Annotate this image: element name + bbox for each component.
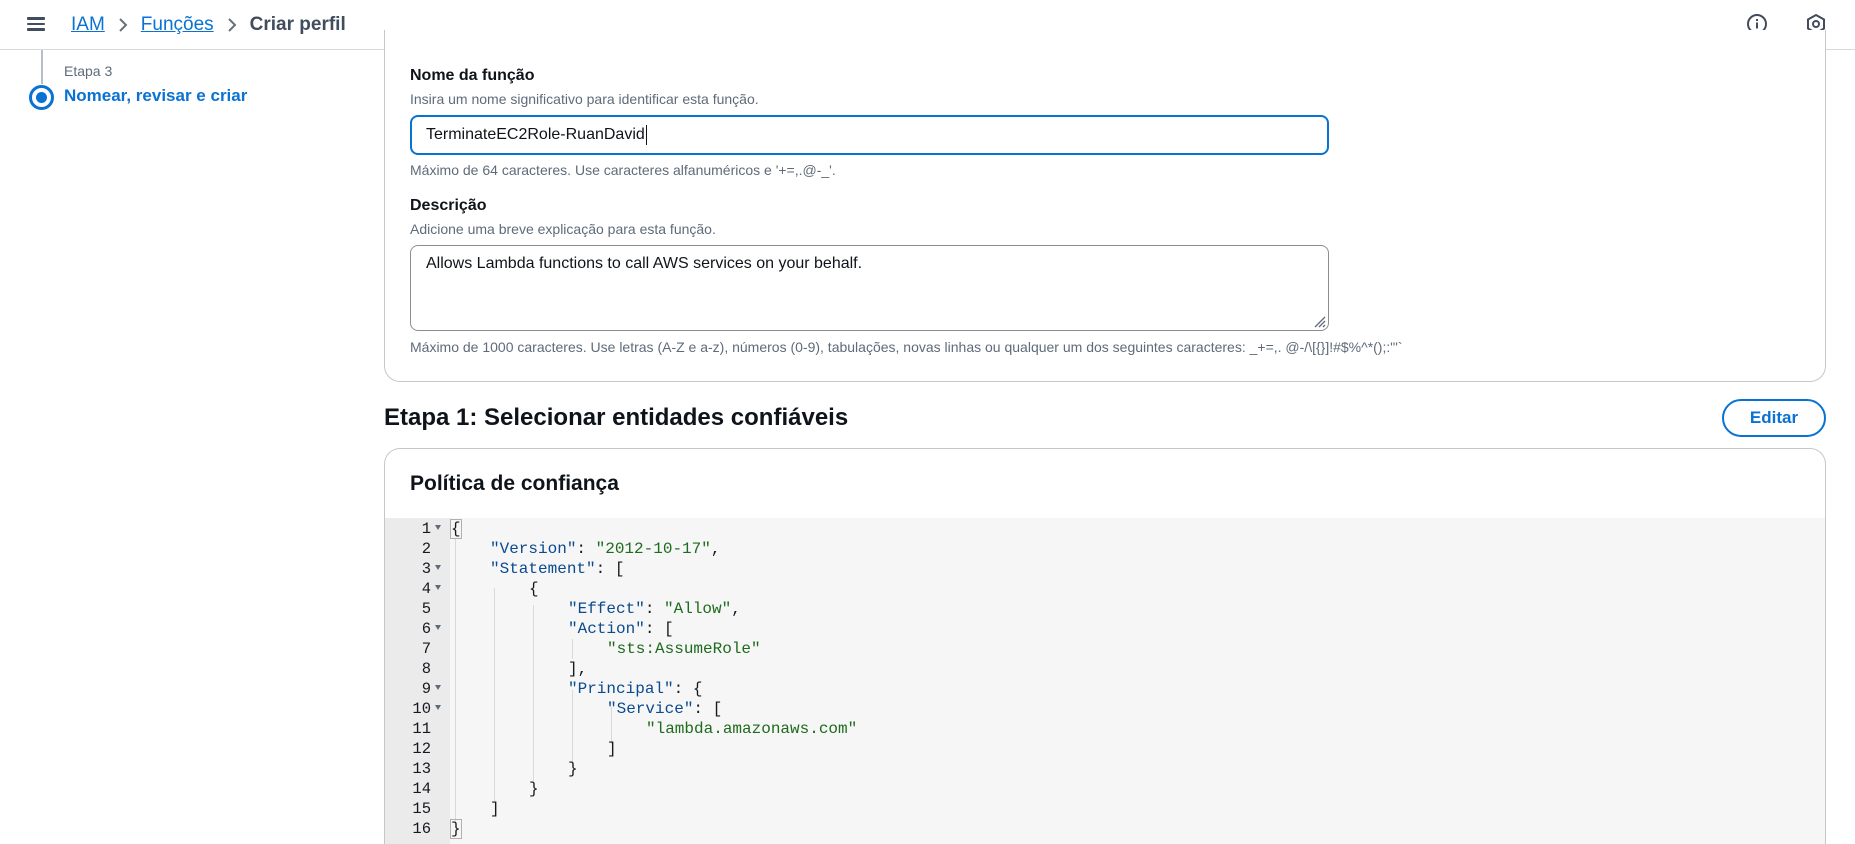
line-number: 2 [421, 540, 431, 558]
code-token: "Action" [568, 620, 645, 638]
code-token: : [644, 600, 665, 618]
description-label: Descrição [410, 197, 487, 214]
step-label: Etapa 3 [64, 63, 113, 79]
breadcrumb: IAM Funções Criar perfil [71, 12, 346, 38]
code-token: "Statement" [490, 560, 596, 578]
code-token: "sts:AssumeRole" [607, 640, 761, 658]
code-line: 5 "Effect": "Allow", [385, 599, 1825, 619]
code-line: 15 ] [385, 799, 1825, 819]
code-line: 1 { [385, 519, 1825, 539]
code-line: 12 ] [385, 739, 1825, 759]
code-line: 13 } [385, 759, 1825, 779]
line-number: 13 [412, 760, 431, 778]
line-number: 12 [412, 740, 431, 758]
fold-arrow-icon[interactable] [435, 685, 441, 690]
code-token: , [731, 600, 741, 618]
code-token: "lambda.amazonaws.com" [646, 720, 858, 738]
chevron-right-icon [118, 17, 128, 33]
code-line: 14 } [385, 779, 1825, 799]
code-line: 16 } [385, 819, 1825, 839]
line-number: 6 [421, 620, 431, 638]
code-line: 6 "Action": [ [385, 619, 1825, 639]
code-token: "Principal" [568, 680, 674, 698]
code-token: } [529, 780, 539, 798]
line-number: 9 [421, 680, 431, 698]
line-number: 1 [421, 520, 431, 538]
line-number: 15 [412, 800, 431, 818]
line-number: 16 [412, 820, 431, 838]
line-number: 10 [412, 700, 431, 718]
code-token: { [450, 519, 462, 539]
code-token: } [568, 760, 578, 778]
code-line: 9 "Principal": { [385, 679, 1825, 699]
fold-arrow-icon[interactable] [435, 585, 441, 590]
code-token: : [576, 540, 596, 558]
menu-icon[interactable] [26, 14, 46, 34]
current-step-indicator-icon [29, 85, 54, 110]
section-title: Etapa 1: Selecionar entidades confiáveis [384, 404, 849, 431]
trust-policy-title: Política de confiança [410, 472, 619, 495]
line-number: 11 [412, 720, 431, 738]
code-token: ], [568, 660, 588, 678]
step-connector-line [41, 50, 43, 84]
code-token: ] [607, 740, 617, 758]
line-number: 4 [421, 580, 431, 598]
edit-button[interactable]: Editar [1722, 399, 1826, 437]
fold-arrow-icon[interactable] [435, 525, 441, 530]
code-token: , [710, 540, 721, 558]
fold-arrow-icon[interactable] [435, 565, 441, 570]
trust-policy-container: Política de confiança 1 { 2 "Version": "… [384, 448, 1826, 844]
code-token: "Allow" [664, 600, 732, 618]
code-line: 10 "Service": [ [385, 699, 1825, 719]
code-line: 2 "Version": "2012-10-17", [385, 539, 1825, 559]
description-help-text: Adicione uma breve explicação para esta … [410, 221, 716, 237]
code-token: ] [490, 800, 500, 818]
code-token: } [450, 819, 462, 839]
description-textarea[interactable]: Allows Lambda functions to call AWS serv… [410, 245, 1329, 331]
code-token: { [529, 580, 539, 598]
code-editor[interactable]: 1 { 2 "Version": "2012-10-17", 3 "Statem… [385, 518, 1825, 844]
breadcrumb-iam-link[interactable]: IAM [71, 14, 105, 36]
code-token: : [ [644, 620, 674, 638]
line-number: 8 [421, 660, 431, 678]
role-name-constraint: Máximo de 64 caracteres. Use caracteres … [410, 162, 836, 178]
role-name-input[interactable]: TerminateEC2Role-RuanDavid [410, 115, 1329, 155]
code-line: 4 { [385, 579, 1825, 599]
line-number: 7 [421, 640, 431, 658]
code-token: "Effect" [568, 600, 645, 618]
code-token: "Version" [490, 540, 577, 558]
line-number: 14 [412, 780, 431, 798]
code-token: "Service" [607, 700, 694, 718]
line-number: 5 [421, 600, 431, 618]
code-token: "2012-10-17" [595, 540, 711, 558]
description-value: Allows Lambda functions to call AWS serv… [426, 255, 863, 272]
text-cursor [645, 125, 647, 145]
role-name-label: Nome da função [410, 67, 535, 84]
role-name-description: Insira um nome significativo para identi… [410, 91, 759, 107]
fold-arrow-icon[interactable] [435, 705, 441, 710]
code-token: : [ [595, 560, 625, 578]
resize-grip-icon[interactable] [1312, 314, 1326, 328]
code-line: 7 "sts:AssumeRole" [385, 639, 1825, 659]
role-name-value: TerminateEC2Role-RuanDavid [426, 126, 645, 143]
fold-arrow-icon[interactable] [435, 625, 441, 630]
code-token: : { [673, 680, 703, 698]
breadcrumb-roles-link[interactable]: Funções [141, 14, 214, 36]
line-number: 3 [421, 560, 431, 578]
description-constraint: Máximo de 1000 caracteres. Use letras (A… [410, 339, 1403, 355]
step-title-link[interactable]: Nomear, revisar e criar [64, 86, 247, 106]
chevron-right-icon [227, 17, 237, 33]
breadcrumb-current: Criar perfil [249, 14, 346, 35]
code-line: 11 "lambda.amazonaws.com" [385, 719, 1825, 739]
code-line: 8 ], [385, 659, 1825, 679]
code-line: 3 "Statement": [ [385, 559, 1825, 579]
code-token: : [ [693, 700, 723, 718]
